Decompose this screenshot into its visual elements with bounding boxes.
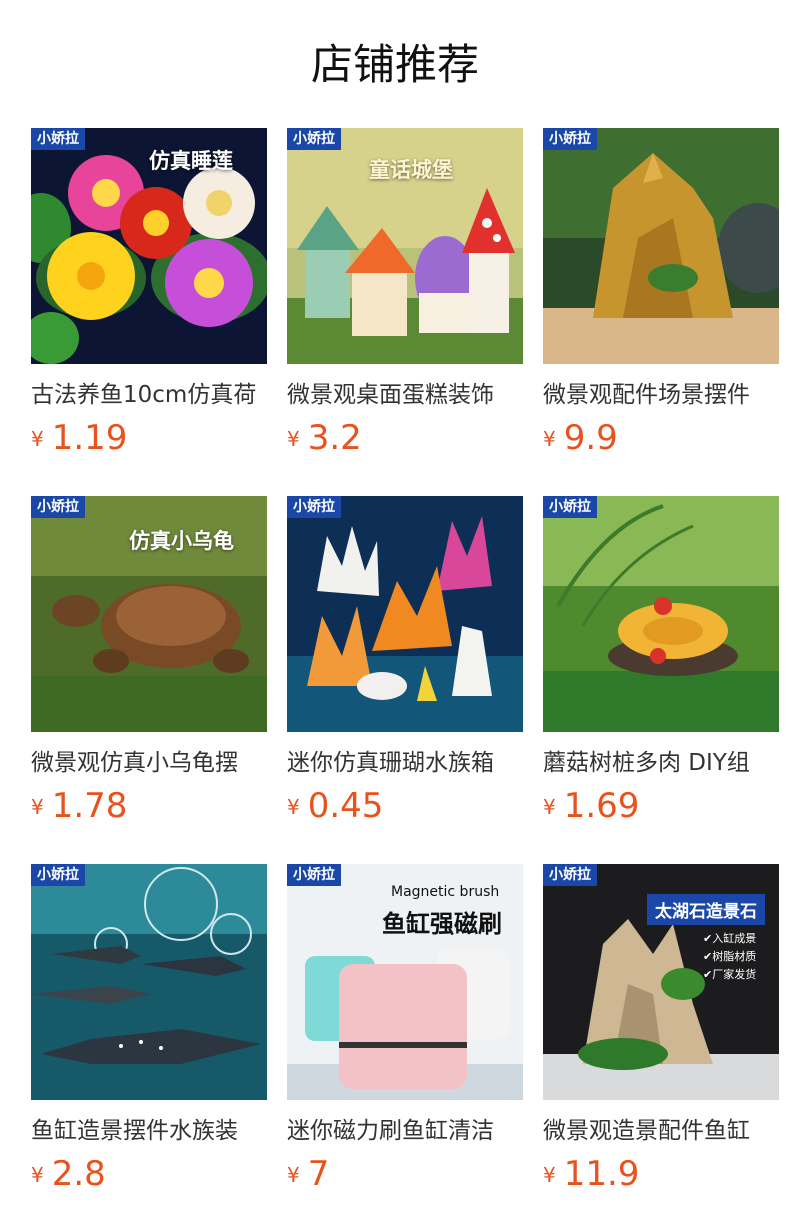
- brand-badge: 小娇拉: [31, 496, 85, 518]
- product-image-turtle[interactable]: 小娇拉 仿真小乌龟: [31, 496, 267, 732]
- price-value: 3.2: [307, 418, 362, 458]
- product-price: ¥11.9: [543, 1154, 639, 1194]
- brand-badge: 小娇拉: [287, 128, 341, 150]
- price-value: 1.78: [51, 786, 128, 826]
- product-price: ¥3.2: [287, 418, 362, 458]
- product-name[interactable]: 迷你仿真珊瑚水族箱: [287, 746, 523, 780]
- image-caption: 童话城堡: [369, 158, 453, 182]
- product-price: ¥7: [287, 1154, 329, 1194]
- product-image-corals[interactable]: 小娇拉: [287, 496, 523, 732]
- product-name[interactable]: 蘑菇树桩多肉 DIY组: [543, 746, 779, 780]
- brand-badge: 小娇拉: [31, 128, 85, 150]
- product-name[interactable]: 微景观桌面蛋糕装饰: [287, 378, 523, 412]
- product-card[interactable]: 小娇拉 Magnetic brush 鱼缸强磁刷 迷你磁力刷鱼缸清洁 ¥7: [287, 864, 523, 1204]
- currency-symbol: ¥: [543, 427, 556, 451]
- rock-castle-image: [543, 128, 779, 364]
- product-card[interactable]: 小娇拉 太湖石造景石 ✔入缸成景 ✔树脂材质 ✔厂家发货 微景观造景配件鱼缸 ¥…: [543, 864, 779, 1204]
- page-title: 店铺推荐: [310, 40, 479, 89]
- corals-image: [287, 496, 523, 732]
- price-value: 9.9: [563, 418, 618, 458]
- product-name[interactable]: 古法养鱼10cm仿真荷: [31, 378, 267, 412]
- product-image-rock-castle[interactable]: 小娇拉: [543, 128, 779, 364]
- product-price: ¥9.9: [543, 418, 618, 458]
- brand-badge: 小娇拉: [543, 864, 597, 886]
- product-card[interactable]: 小娇拉 微景观配件场景摆件 ¥9.9: [543, 128, 779, 468]
- product-card[interactable]: 小娇拉 蘑菇树桩多肉 DIY组 ¥1.69: [543, 496, 779, 836]
- price-value: 0.45: [307, 786, 384, 826]
- price-value: 1.69: [563, 786, 640, 826]
- product-card[interactable]: 小娇拉 仿真小乌龟 微景观仿真小乌龟摆 ¥1.78: [31, 496, 267, 836]
- image-caption: 鱼缸强磁刷: [382, 910, 502, 938]
- product-price: ¥1.19: [31, 418, 127, 458]
- brand-badge: 小娇拉: [543, 128, 597, 150]
- brand-badge: 小娇拉: [287, 864, 341, 886]
- brand-badge: 小娇拉: [31, 864, 85, 886]
- product-image-lotus[interactable]: 小娇拉 仿真睡莲: [31, 128, 267, 364]
- currency-symbol: ¥: [31, 1163, 44, 1187]
- product-image-taihu-stone[interactable]: 小娇拉 太湖石造景石 ✔入缸成景 ✔树脂材质 ✔厂家发货: [543, 864, 779, 1100]
- product-price: ¥1.78: [31, 786, 127, 826]
- price-value: 1.19: [51, 418, 128, 458]
- image-caption-english: Magnetic brush: [391, 884, 500, 900]
- currency-symbol: ¥: [543, 1163, 556, 1187]
- product-price: ¥2.8: [31, 1154, 106, 1194]
- currency-symbol: ¥: [287, 427, 300, 451]
- product-card[interactable]: 小娇拉 童话城堡 微景观桌面蛋糕装饰 ¥3.2: [287, 128, 523, 468]
- image-caption: 太湖石造景石: [647, 894, 765, 925]
- product-image-sharks[interactable]: 小娇拉: [31, 864, 267, 1100]
- mushroom-stump-image: [543, 496, 779, 732]
- product-card[interactable]: 小娇拉 鱼缸造景摆件水族装 ¥2.8: [31, 864, 267, 1204]
- product-image-magnetic-brush[interactable]: 小娇拉 Magnetic brush 鱼缸强磁刷: [287, 864, 523, 1100]
- sharks-image: [31, 864, 267, 1100]
- price-value: 2.8: [51, 1154, 106, 1194]
- price-value: 11.9: [563, 1154, 640, 1194]
- feature-list: ✔入缸成景 ✔树脂材质 ✔厂家发货: [703, 930, 756, 984]
- image-caption: 仿真小乌龟: [129, 529, 234, 553]
- feature-item: ✔入缸成景: [703, 932, 757, 945]
- product-name[interactable]: 鱼缸造景摆件水族装: [31, 1114, 267, 1148]
- image-caption: 仿真睡莲: [149, 149, 233, 173]
- product-price: ¥0.45: [287, 786, 383, 826]
- product-image-mushroom-houses[interactable]: 小娇拉 童话城堡: [287, 128, 523, 364]
- product-image-mushroom-stump[interactable]: 小娇拉: [543, 496, 779, 732]
- currency-symbol: ¥: [31, 795, 44, 819]
- brand-badge: 小娇拉: [287, 496, 341, 518]
- feature-item: ✔树脂材质: [703, 950, 757, 963]
- currency-symbol: ¥: [543, 795, 556, 819]
- product-name[interactable]: 微景观配件场景摆件: [543, 378, 779, 412]
- currency-symbol: ¥: [287, 1163, 300, 1187]
- feature-item: ✔厂家发货: [703, 968, 757, 981]
- brand-badge: 小娇拉: [543, 496, 597, 518]
- currency-symbol: ¥: [31, 427, 44, 451]
- currency-symbol: ¥: [287, 795, 300, 819]
- product-name[interactable]: 迷你磁力刷鱼缸清洁: [287, 1114, 523, 1148]
- price-value: 7: [307, 1154, 330, 1194]
- product-card[interactable]: 小娇拉 迷你仿真珊瑚水族箱 ¥0.45: [287, 496, 523, 836]
- product-name[interactable]: 微景观造景配件鱼缸: [543, 1114, 779, 1148]
- product-card[interactable]: 小娇拉 仿真睡莲 古法养鱼10cm仿真荷 ¥1.19: [31, 128, 267, 468]
- product-name[interactable]: 微景观仿真小乌龟摆: [31, 746, 267, 780]
- product-price: ¥1.69: [543, 786, 639, 826]
